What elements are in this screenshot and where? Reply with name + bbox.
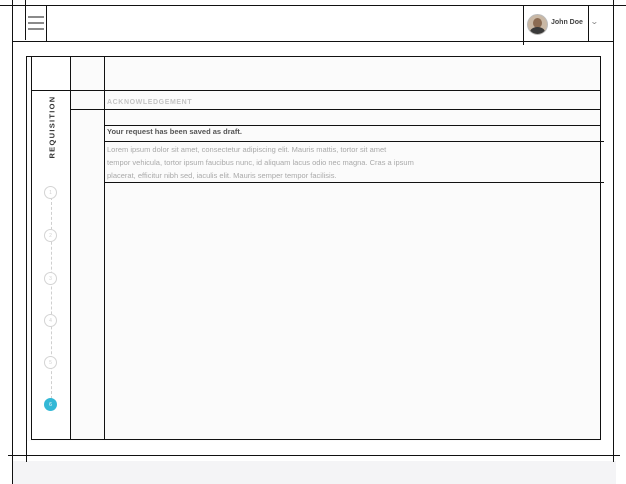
saved-message: Your request has been saved as draft. bbox=[107, 127, 242, 136]
step-connector bbox=[51, 192, 52, 404]
divider bbox=[104, 125, 601, 126]
step-6-active[interactable]: 6 bbox=[44, 398, 57, 411]
chevron-down-icon[interactable]: ⌄ bbox=[590, 17, 599, 26]
divider bbox=[104, 141, 604, 142]
divider bbox=[25, 0, 26, 40]
page-footer-area bbox=[12, 461, 616, 484]
divider bbox=[613, 0, 614, 462]
section-heading: ACKNOWLEDGEMENT bbox=[107, 99, 193, 106]
divider bbox=[588, 5, 589, 41]
divider bbox=[0, 5, 626, 6]
step-4[interactable]: 4 bbox=[44, 314, 57, 327]
divider bbox=[12, 0, 13, 484]
step-2[interactable]: 2 bbox=[44, 229, 57, 242]
user-name[interactable]: John Doe bbox=[551, 19, 583, 26]
divider bbox=[46, 5, 47, 41]
step-1[interactable]: 1 bbox=[44, 186, 57, 199]
divider bbox=[31, 57, 32, 440]
divider bbox=[26, 56, 601, 57]
body-paragraph: Lorem ipsum dolor sit amet, consectetur … bbox=[107, 143, 527, 182]
divider bbox=[8, 455, 620, 456]
body-line: placerat, efficitur nibh sed, iaculis el… bbox=[107, 171, 337, 180]
divider bbox=[31, 90, 601, 91]
divider bbox=[71, 109, 601, 110]
step-3[interactable]: 3 bbox=[44, 272, 57, 285]
divider bbox=[600, 57, 601, 440]
divider bbox=[523, 5, 524, 45]
user-avatar[interactable] bbox=[527, 14, 548, 35]
divider bbox=[31, 439, 601, 440]
wizard-title: REQUISITION bbox=[47, 95, 57, 159]
divider bbox=[104, 182, 604, 183]
divider bbox=[26, 56, 27, 462]
hamburger-menu-icon[interactable] bbox=[28, 16, 44, 30]
step-5[interactable]: 5 bbox=[44, 356, 57, 369]
body-line: Lorem ipsum dolor sit amet, consectetur … bbox=[107, 145, 387, 154]
body-line: tempor vehicula, tortor ipsum faucibus n… bbox=[107, 158, 414, 167]
divider bbox=[70, 57, 71, 440]
content-panel bbox=[26, 56, 601, 441]
divider bbox=[104, 57, 105, 440]
